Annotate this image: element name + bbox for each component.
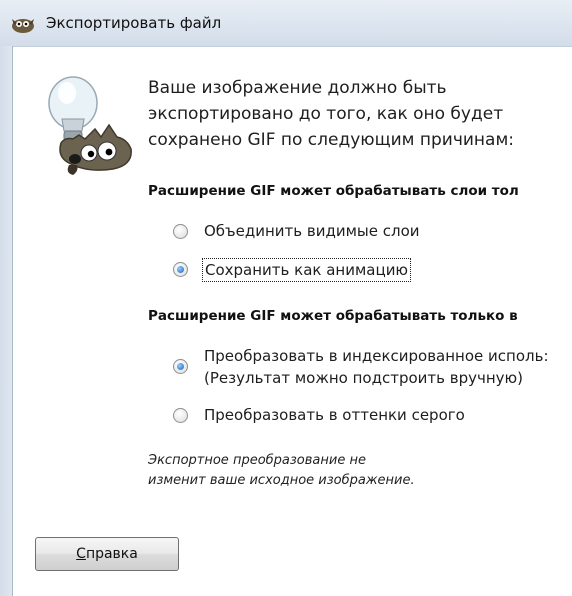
merge-visible-layers-label[interactable]: Объединить видимые слои (204, 220, 420, 242)
save-as-animation-label[interactable]: Сохранить как анимацию (202, 258, 412, 282)
intro-text: Ваше изображение должно быть экспортиров… (148, 78, 515, 150)
convert-grayscale-radio[interactable] (173, 408, 188, 423)
convert-grayscale-label[interactable]: Преобразовать в оттенки серого (204, 404, 465, 426)
color-section-heading: Расширение GIF может обрабатывать только… (148, 308, 518, 324)
layers-section-heading: Расширение GIF может обрабатывать слои т… (148, 183, 519, 199)
convert-grayscale-option[interactable]: Преобразовать в оттенки серого (173, 404, 465, 428)
convert-indexed-radio[interactable] (173, 359, 188, 374)
merge-visible-layers-option[interactable]: Объединить видимые слои (173, 220, 420, 244)
title-bar[interactable]: Экспортировать файл (0, 0, 572, 47)
save-as-animation-option[interactable]: Сохранить как анимацию (173, 258, 412, 282)
save-as-animation-radio[interactable] (173, 262, 188, 277)
help-button-label: правка (85, 546, 138, 562)
help-button-accelerator: С (76, 546, 86, 562)
merge-visible-layers-radio[interactable] (173, 224, 188, 239)
window-title: Экспортировать файл (46, 14, 222, 32)
help-button[interactable]: Справка (35, 537, 179, 571)
convert-indexed-label[interactable]: Преобразовать в индексированное исполь: … (204, 345, 549, 389)
export-note: Экспортное преобразование не изменит ваш… (148, 453, 415, 488)
window-frame-left (0, 46, 13, 596)
dialog-content: Ваше изображение должно быть экспортиров… (13, 47, 572, 596)
gimp-hint-mascot-icon (48, 76, 132, 175)
gimp-icon (12, 19, 34, 33)
convert-indexed-option[interactable]: Преобразовать в индексированное исполь: … (173, 345, 549, 391)
